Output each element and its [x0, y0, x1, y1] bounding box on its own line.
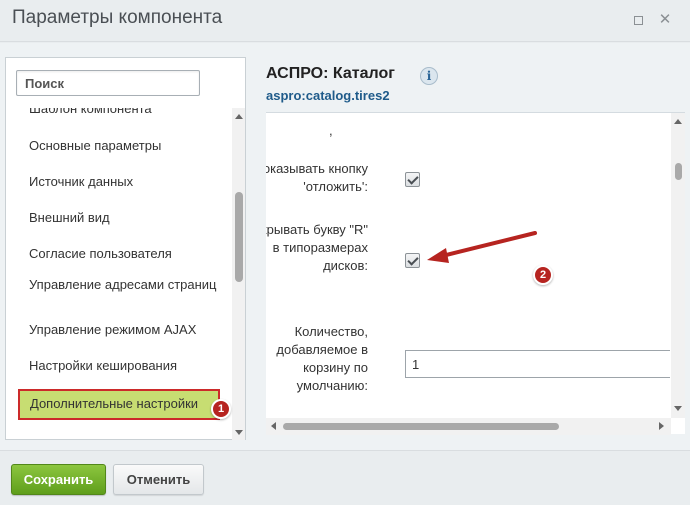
hide-r-checkbox[interactable]	[405, 253, 420, 268]
params-hscrollbar[interactable]	[266, 418, 671, 435]
scroll-left-icon[interactable]	[271, 422, 276, 430]
sections-scrollbar[interactable]	[232, 108, 245, 440]
scroll-thumb[interactable]	[283, 423, 559, 430]
maximize-icon[interactable]	[630, 12, 646, 28]
step-badge-2: 2	[533, 265, 553, 285]
dialog-titlebar: Параметры компонента ✕	[0, 0, 690, 42]
section-data-source[interactable]: Источник данных	[29, 174, 219, 190]
component-code: aspro:catalog.tires2	[266, 88, 390, 103]
section-user-consent[interactable]: Согласие пользователя	[29, 246, 219, 262]
sections-list: Шаблон компонента Основные параметры Ист…	[6, 108, 230, 440]
section-caching[interactable]: Настройки кеширования	[29, 358, 219, 374]
section-page-addresses[interactable]: Управление адресами страниц	[29, 277, 219, 293]
info-icon[interactable]: i	[420, 67, 438, 85]
section-main-params[interactable]: Основные параметры	[29, 138, 219, 154]
scroll-up-icon[interactable]	[674, 119, 682, 124]
search-box[interactable]	[16, 70, 200, 96]
dialog-footer: Сохранить Отменить	[0, 450, 690, 505]
scroll-up-icon[interactable]	[235, 114, 243, 119]
step-badge-1: 1	[211, 399, 231, 419]
save-button[interactable]: Сохранить	[11, 464, 106, 495]
param-label-hide-r: Скрывать букву "R" в типоразмерах дисков…	[266, 222, 368, 273]
param-label-quantity: Количество, добавляемое в корзину по умо…	[276, 324, 368, 393]
scroll-right-icon[interactable]	[659, 422, 664, 430]
component-title: АСПРО: Каталог	[266, 65, 395, 82]
dialog-title: Параметры компонента	[12, 7, 223, 28]
params-vscrollbar[interactable]	[671, 113, 685, 418]
quantity-field[interactable]	[405, 350, 670, 378]
close-icon[interactable]: ✕	[657, 12, 673, 28]
section-ajax-mode[interactable]: Управление режимом AJAX	[29, 322, 219, 338]
scroll-down-icon[interactable]	[235, 430, 243, 435]
params-list: , Показывать кнопку 'отложить': Скрывать…	[266, 113, 670, 418]
param-label-fragment: ,	[329, 123, 333, 138]
dialog-content: Шаблон компонента Основные параметры Ист…	[0, 43, 690, 450]
scroll-down-icon[interactable]	[674, 406, 682, 411]
scroll-thumb[interactable]	[235, 192, 243, 282]
quantity-input[interactable]	[406, 351, 670, 377]
params-panel: , Показывать кнопку 'отложить': Скрывать…	[266, 112, 685, 435]
sections-panel: Шаблон компонента Основные параметры Ист…	[5, 57, 246, 440]
section-appearance[interactable]: Внешний вид	[29, 210, 219, 226]
scroll-thumb[interactable]	[675, 163, 682, 180]
cancel-button[interactable]: Отменить	[113, 464, 204, 495]
show-delay-checkbox[interactable]	[405, 172, 420, 187]
section-additional-settings[interactable]: Дополнительные настройки	[18, 389, 220, 420]
section-template[interactable]: Шаблон компонента	[29, 108, 219, 117]
param-label-show-delay: Показывать кнопку 'отложить':	[266, 161, 368, 194]
search-input[interactable]	[17, 71, 199, 95]
